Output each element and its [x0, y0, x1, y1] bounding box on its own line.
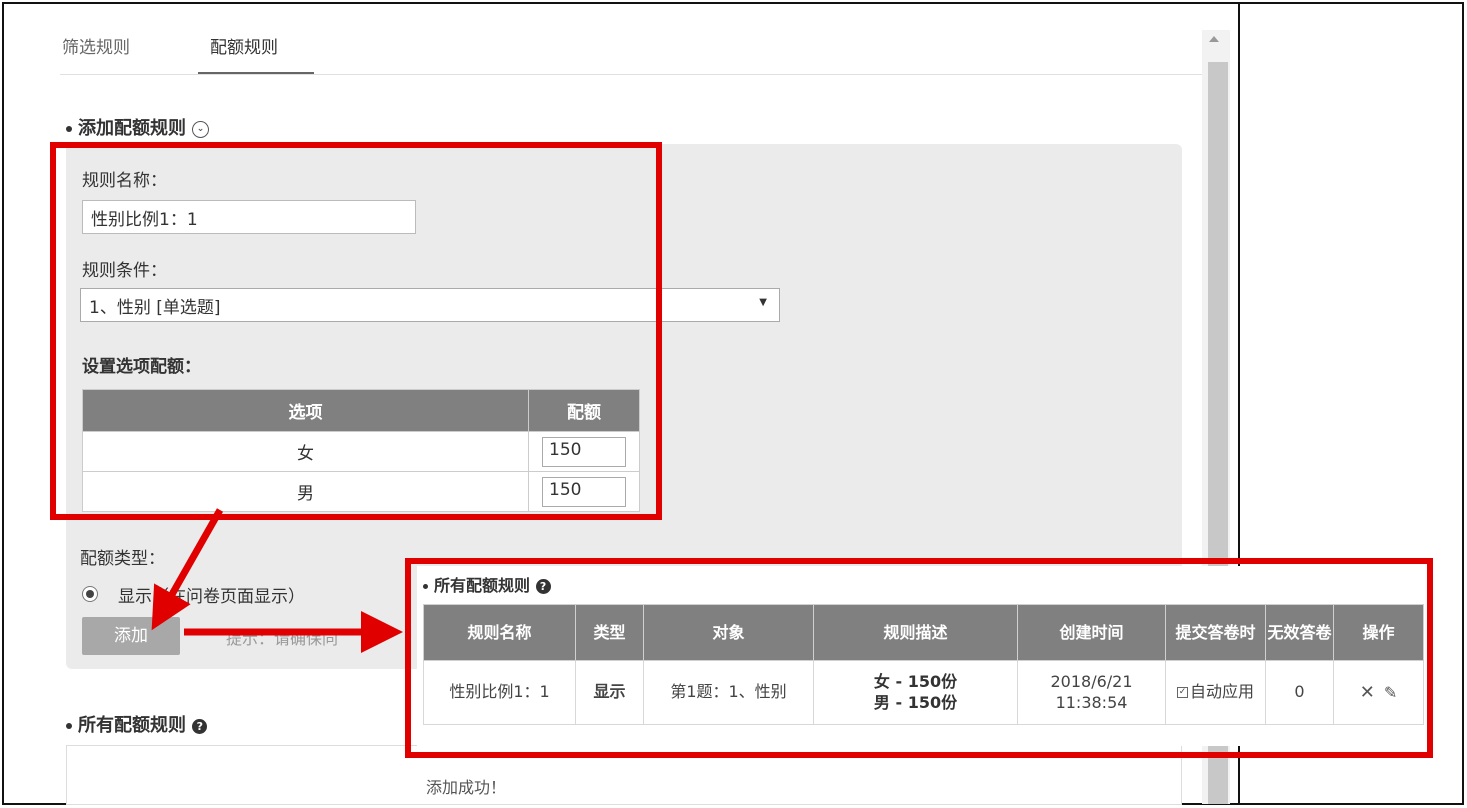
annotation-arrows: [151, 508, 403, 653]
annotation-arrow-down: [151, 508, 224, 631]
